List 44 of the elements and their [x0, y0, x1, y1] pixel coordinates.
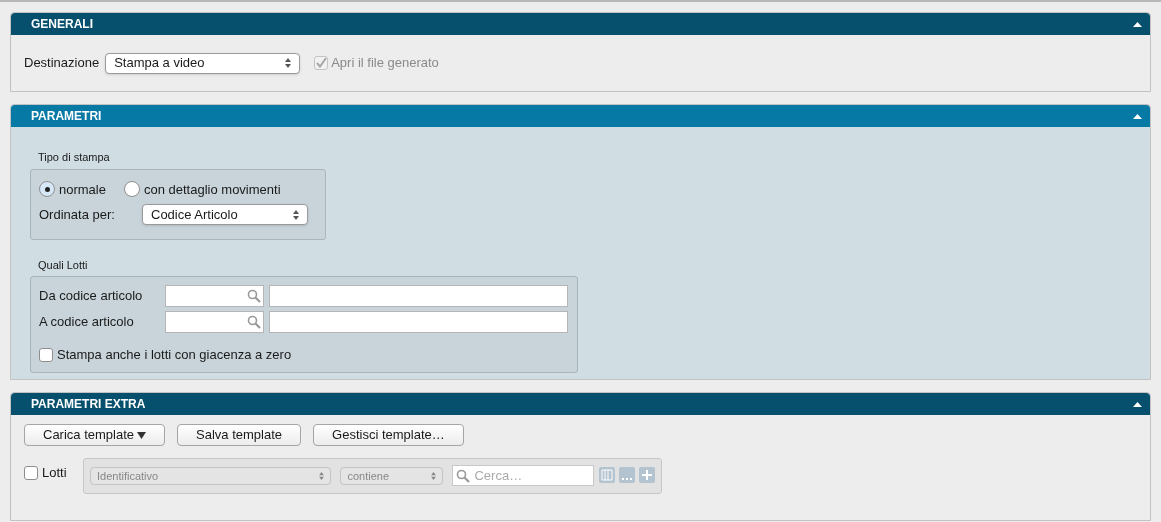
collapse-icon[interactable]: [1133, 401, 1142, 407]
add-icon[interactable]: [639, 467, 655, 483]
radio-button[interactable]: [39, 181, 55, 198]
panel-title: GENERALI: [31, 16, 93, 33]
field-label: Da codice articolo: [39, 287, 144, 306]
checkbox[interactable]: [24, 465, 38, 480]
code-field[interactable]: [165, 285, 264, 307]
panel-header[interactable]: PARAMETRI EXTRA: [11, 393, 1150, 415]
caret-icon: [137, 431, 147, 439]
template-button[interactable]: Salva template: [177, 424, 302, 446]
radio-label: normale: [59, 180, 106, 199]
collapse-icon[interactable]: [1133, 113, 1142, 119]
more-icon[interactable]: [619, 467, 635, 483]
stepper-arrows-icon: [319, 472, 325, 480]
search-icon: [247, 289, 261, 303]
field-label: Destinazione: [24, 54, 100, 73]
code-field[interactable]: [165, 311, 264, 333]
group-title: Tipo di stampa: [37, 150, 111, 165]
template-button[interactable]: Carica template: [24, 424, 166, 446]
stepper-arrows-icon: [293, 209, 299, 220]
panel-title: PARAMETRI: [31, 108, 102, 125]
group-title: Quali Lotti: [37, 257, 89, 273]
radio-button[interactable]: [123, 181, 140, 198]
dropdown[interactable]: Stampa a video: [105, 52, 301, 74]
collapse-icon[interactable]: [1133, 21, 1142, 27]
search-icon: [456, 468, 471, 483]
stepper-arrows-icon: [285, 58, 292, 68]
description-field[interactable]: [269, 285, 568, 307]
checkbox-label: Stampa anche i lotti con giacenza a zero: [57, 346, 292, 364]
checkbox[interactable]: [39, 347, 53, 362]
checkbox-label: Lotti: [42, 464, 67, 482]
panel-header[interactable]: PARAMETRI: [11, 105, 1150, 127]
columns-icon[interactable]: [599, 467, 615, 483]
description-field[interactable]: [269, 311, 568, 333]
dropdown[interactable]: Codice Articolo: [142, 204, 308, 225]
search-icon: [247, 315, 261, 329]
field-label: A codice articolo: [39, 313, 135, 332]
radio-label: con dettaglio movimenti: [143, 180, 281, 199]
panel-title: PARAMETRI EXTRA: [31, 396, 146, 413]
template-button[interactable]: Gestisci template…: [313, 424, 464, 446]
panel-header[interactable]: GENERALI: [11, 13, 1150, 35]
checkbox-label: Apri il file generato: [331, 54, 439, 73]
stepper-arrows-icon: [431, 472, 437, 480]
field-label: Ordinata per:: [39, 205, 116, 224]
